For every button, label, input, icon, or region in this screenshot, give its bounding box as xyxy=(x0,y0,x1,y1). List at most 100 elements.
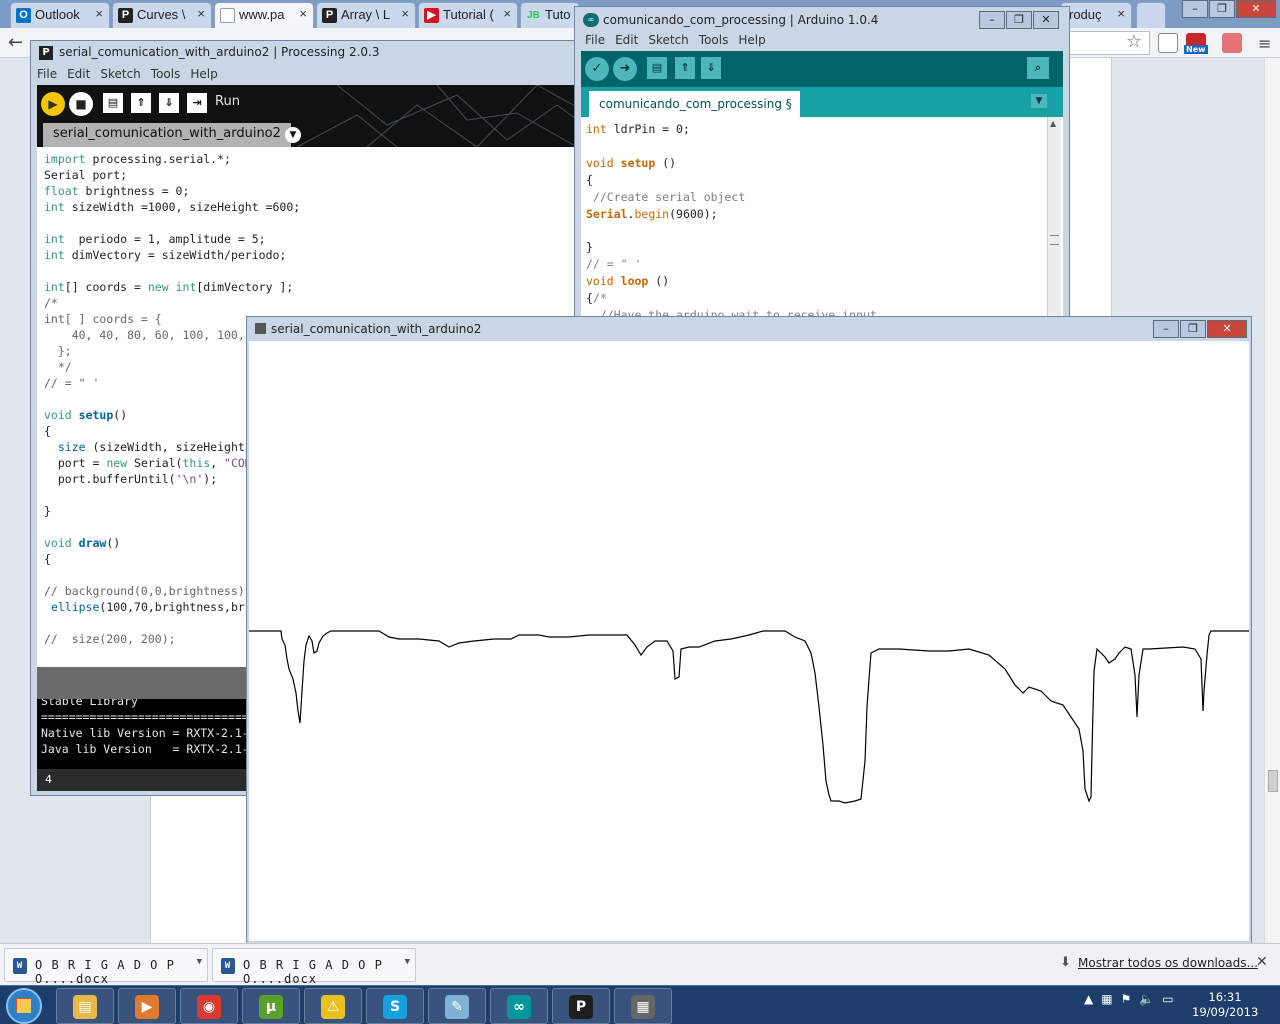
tab-tuto[interactable]: JB Tuto xyxy=(520,2,580,28)
download-filename: O B R I G A D O P O....docx xyxy=(243,958,383,986)
windows-taskbar: ▤ ▶ ◉ µ ⚠ S ✎ ∞ P ▦ ▲ ▦ ⚑ 🔈 ▭ 16:31 19/09/2013 xyxy=(0,985,1280,1024)
tab-outlook[interactable]: O Outlook × xyxy=(10,2,110,28)
extension-icon[interactable] xyxy=(1222,33,1242,53)
window-controls: – ❐ ✕ xyxy=(978,11,1059,29)
close-icon[interactable]: × xyxy=(299,6,307,21)
serial-monitor-icon[interactable]: ⌕ xyxy=(1027,57,1049,79)
taskbar-app-arduino[interactable]: ∞ xyxy=(490,988,548,1024)
new-sketch-button[interactable]: ▤ xyxy=(647,57,667,79)
taskbar-app-chrome[interactable]: ◉ xyxy=(180,988,238,1024)
menu-tools[interactable]: Tools xyxy=(151,67,181,85)
maximize-icon[interactable]: ❐ xyxy=(1180,320,1206,338)
taskbar-app-media-player[interactable]: ▶ xyxy=(118,988,176,1024)
minimize-icon[interactable]: – xyxy=(1182,0,1208,18)
scroll-up-icon[interactable]: ▲ xyxy=(1050,119,1056,128)
arduino-tab-bar: comunicando_com_processing § ▼ xyxy=(581,87,1063,117)
menu-edit[interactable]: Edit xyxy=(67,67,90,85)
menu-sketch[interactable]: Sketch xyxy=(100,67,140,85)
arduino-code-editor[interactable]: int ldrPin = 0; void setup () { //Create… xyxy=(581,117,1063,327)
close-icon[interactable]: × xyxy=(95,6,103,21)
file-explorer-icon: ▤ xyxy=(73,995,97,1019)
window-title-text: serial_comunication_with_arduino2 xyxy=(271,322,482,336)
media-player-icon: ▶ xyxy=(135,995,159,1019)
menu-file[interactable]: File xyxy=(37,67,57,85)
display-icon[interactable]: ▭ xyxy=(1162,992,1173,1006)
menu-icon[interactable]: ≡ xyxy=(1258,34,1271,53)
new-sketch-button[interactable]: ▤ xyxy=(103,93,123,113)
minimize-icon[interactable]: – xyxy=(979,11,1005,29)
browser-window-controls: – ❐ ✕ xyxy=(1181,0,1276,20)
new-badge-extension-icon[interactable]: New xyxy=(1184,33,1208,54)
show-all-downloads-link[interactable]: Mostrar todos os downloads... xyxy=(1078,956,1258,970)
network-icon[interactable]: ▦ xyxy=(1101,992,1112,1006)
open-sketch-button[interactable]: ⇑ xyxy=(675,57,695,79)
sketch-output-window: serial_comunication_with_arduino2 – ❐ ✕ xyxy=(246,316,1252,944)
close-icon[interactable]: × xyxy=(197,6,205,21)
sketch-tab[interactable]: comunicando_com_processing § xyxy=(589,91,800,117)
back-arrow-icon[interactable]: ← xyxy=(8,32,23,53)
extension-icon[interactable] xyxy=(1158,33,1178,53)
save-sketch-button[interactable]: ⇓ xyxy=(701,57,721,79)
upload-button[interactable]: ➜ xyxy=(613,57,637,81)
open-sketch-button[interactable]: ⇑ xyxy=(131,93,151,113)
menu-sketch[interactable]: Sketch xyxy=(648,33,688,47)
tab-array[interactable]: P Array \ L × xyxy=(316,2,416,28)
tab-introducao[interactable]: roduç × xyxy=(1060,2,1132,28)
export-button[interactable]: ⇥ xyxy=(187,93,207,113)
minimize-icon[interactable]: – xyxy=(1153,320,1179,338)
taskbar-app-skype[interactable]: S xyxy=(366,988,424,1024)
maximize-icon[interactable]: ❐ xyxy=(1209,0,1235,18)
tab-menu-arrow-icon[interactable]: ▼ xyxy=(285,127,301,143)
tab-tutorial[interactable]: ▶ Tutorial ( × xyxy=(418,2,518,28)
scrollbar-thumb[interactable] xyxy=(1050,235,1059,245)
start-button[interactable] xyxy=(6,988,42,1024)
taskbar-app-sketch[interactable]: ▦ xyxy=(614,988,672,1024)
editor-scrollbar[interactable]: ▲ xyxy=(1047,117,1061,327)
scrollbar-thumb[interactable] xyxy=(1268,770,1278,792)
page-scrollbar[interactable] xyxy=(1264,58,1280,943)
run-button[interactable]: ▶ xyxy=(41,92,65,116)
processing-icon: P xyxy=(569,995,593,1019)
close-icon[interactable]: ✕ xyxy=(1207,320,1247,338)
menu-tools[interactable]: Tools xyxy=(699,33,729,47)
maximize-icon[interactable]: ❐ xyxy=(1006,11,1032,29)
taskbar-app-warning[interactable]: ⚠ xyxy=(304,988,362,1024)
processing-icon: P xyxy=(118,8,133,23)
close-icon[interactable]: × xyxy=(503,6,511,21)
verify-button[interactable]: ✓ xyxy=(585,57,609,81)
taskbar-app-processing[interactable]: P xyxy=(552,988,610,1024)
close-icon[interactable]: ✕ xyxy=(1256,954,1268,970)
volume-icon[interactable]: 🔈 xyxy=(1139,992,1154,1006)
download-item[interactable]: W O B R I G A D O P O....docx ▼ xyxy=(4,948,208,986)
tab-label: Tuto xyxy=(545,7,571,22)
menu-help[interactable]: Help xyxy=(190,67,217,85)
chevron-down-icon[interactable]: ▼ xyxy=(197,957,203,967)
menu-file[interactable]: File xyxy=(585,33,605,47)
flag-icon[interactable]: ⚑ xyxy=(1121,992,1132,1006)
menu-edit[interactable]: Edit xyxy=(615,33,638,47)
close-icon[interactable]: ✕ xyxy=(1236,0,1276,18)
tab-menu-arrow-icon[interactable]: ▼ xyxy=(1031,94,1047,108)
taskbar-app-file-explorer[interactable]: ▤ xyxy=(56,988,114,1024)
chevron-down-icon[interactable]: ▼ xyxy=(405,957,411,967)
close-icon[interactable]: × xyxy=(1117,6,1125,21)
stop-button[interactable]: ■ xyxy=(69,92,93,116)
close-icon[interactable]: ✕ xyxy=(1033,11,1059,29)
download-item[interactable]: W O B R I G A D O P O....docx ▼ xyxy=(212,948,416,986)
sketch-window-icon xyxy=(255,323,266,334)
save-sketch-button[interactable]: ⇓ xyxy=(159,93,179,113)
sketch-canvas[interactable] xyxy=(249,341,1249,941)
show-hidden-icons-icon[interactable]: ▲ xyxy=(1084,992,1093,1006)
tab-curves[interactable]: P Curves \ × xyxy=(112,2,212,28)
new-badge: New xyxy=(1184,45,1208,54)
taskbar-app-notepad[interactable]: ✎ xyxy=(428,988,486,1024)
clock[interactable]: 16:31 19/09/2013 xyxy=(1192,990,1258,1020)
sketch-tab[interactable]: serial_comunication_with_arduino2 xyxy=(43,123,291,147)
tab-active-page[interactable]: www.pa × xyxy=(214,2,314,28)
star-icon[interactable]: ☆ xyxy=(1126,31,1142,52)
menu-help[interactable]: Help xyxy=(738,33,765,47)
taskbar-app-utorrent[interactable]: µ xyxy=(242,988,300,1024)
new-tab-button[interactable] xyxy=(1136,2,1166,28)
close-icon[interactable]: × xyxy=(401,6,409,21)
tab-label: Array \ L xyxy=(341,7,391,22)
